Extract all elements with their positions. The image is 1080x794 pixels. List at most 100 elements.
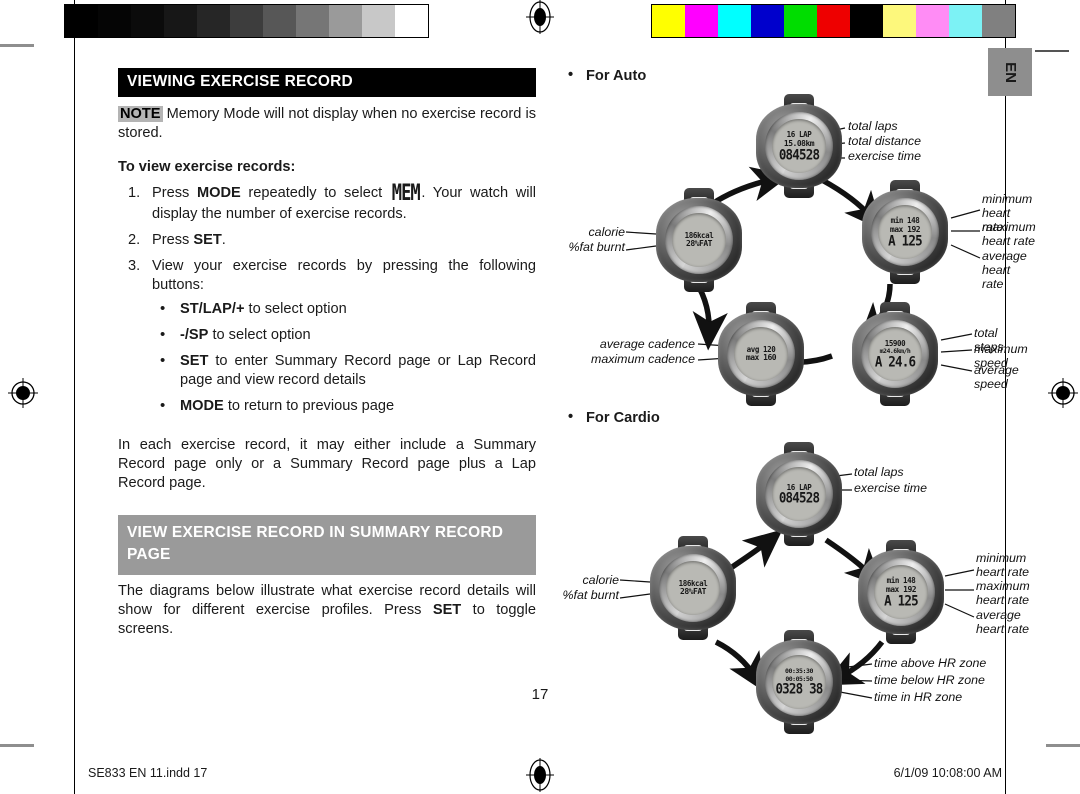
callout-average-speed: average speed xyxy=(974,363,1019,391)
callout-exercise-time: exercise time xyxy=(848,149,921,163)
color-swatch-5 xyxy=(817,5,850,37)
watch-auto-cadence: avg 120 max 160 xyxy=(718,302,804,406)
bullet-dot-icon: • xyxy=(568,67,574,83)
watch-cardio-hr-zone: 00:35:30 00:05:50 0328 38 xyxy=(756,630,842,734)
diagram-title-for-cardio: • For Cardio xyxy=(560,409,1030,426)
step-keyword-mode: MODE xyxy=(196,185,241,202)
registration-mark-top xyxy=(526,0,554,34)
lcd-line-1: min 148 xyxy=(886,576,916,585)
step-text-post: . xyxy=(221,232,226,249)
watch-case: min 148 max 192 A 125 xyxy=(858,550,944,634)
steps-list: 1. Press MODE repeatedly to select MEM. Y… xyxy=(118,180,536,416)
callout-total-laps: total laps xyxy=(848,119,898,133)
color-swatch-3 xyxy=(751,5,784,37)
bullet-keyword: SET xyxy=(180,353,209,370)
grayscale-swatch-7 xyxy=(296,5,329,37)
grayscale-swatch-8 xyxy=(329,5,362,37)
bullet-keyword: ST/LAP/+ xyxy=(180,301,245,318)
grayscale-swatch-1 xyxy=(98,5,131,37)
step-item-1: 1. Press MODE repeatedly to select MEM. Y… xyxy=(118,180,536,224)
section-heading-summary-record-page: VIEW EXERCISE RECORD IN SUMMARY RECORD P… xyxy=(118,514,536,575)
step-text-pre: Press xyxy=(152,185,197,202)
callout-total-distance: total distance xyxy=(848,134,922,148)
bullet-text: to enter Summary Record page or Lap Reco… xyxy=(180,353,536,388)
print-footer: SE833 EN 11.indd 17 6/1/09 10:08:00 AM xyxy=(0,756,1080,794)
color-swatch-10 xyxy=(982,5,1015,37)
watch-lcd-screen: 186kcal 28%FAT xyxy=(666,561,720,615)
note-paragraph: NOTE Memory Mode will not display when n… xyxy=(118,105,536,143)
step-number: 3. xyxy=(128,258,141,275)
footer-filename: SE833 EN 11.indd 17 xyxy=(88,766,208,780)
color-swatch-1 xyxy=(685,5,718,37)
callout-fat-burnt: %fat burnt xyxy=(562,588,619,602)
lcd-line-3: 084528 xyxy=(778,145,820,163)
lcd-line-1: avg 120 xyxy=(746,344,776,354)
bullet-dot-icon: • xyxy=(160,396,166,414)
bullet-text: to return to previous page xyxy=(223,397,395,414)
color-swatch-7 xyxy=(883,5,916,37)
color-swatch-8 xyxy=(916,5,949,37)
step-keyword-set: SET xyxy=(193,232,222,249)
grayscale-swatch-10 xyxy=(395,5,428,37)
diagram-title-text: For Auto xyxy=(586,68,647,84)
footer-timestamp: 6/1/09 10:08:00 AM xyxy=(893,766,1002,780)
left-column: VIEWING EXERCISE RECORD NOTE Memory Mode… xyxy=(118,68,536,645)
manual-page: VIEWING EXERCISE RECORD NOTE Memory Mode… xyxy=(0,46,1080,746)
grayscale-swatch-0 xyxy=(65,5,98,37)
record-structure-paragraph: In each exercise record, it may either i… xyxy=(118,436,536,491)
watch-bezel: 16 LAP 15.08km 084528 xyxy=(765,112,833,180)
diagram-title-for-auto: • For Auto xyxy=(560,67,1030,84)
watch-lcd-screen: avg 120 max 160 xyxy=(734,327,788,381)
diagram-for-cardio: 16 LAP 084528 total laps exercise time m… xyxy=(560,430,1030,734)
watch-bezel: 15900 m24.6km/h A 24.6 xyxy=(861,320,929,388)
button-bullets-list: • ST/LAP/+ to select option • -/SP to sele… xyxy=(152,300,536,416)
lcd-line-1: 15900 xyxy=(884,338,906,348)
bullet-text: to select option xyxy=(208,327,311,344)
lcd-line-2: 28%FAT xyxy=(680,587,706,597)
color-swatch-2 xyxy=(718,5,751,37)
diagram-intro-keyword-set: SET xyxy=(432,601,462,618)
lcd-line-2: 28%FAT xyxy=(686,239,712,249)
grayscale-calibration-bar xyxy=(64,4,429,38)
step-number: 1. xyxy=(128,185,141,202)
watch-lcd-screen: 15900 m24.6km/h A 24.6 xyxy=(868,327,922,381)
watch-bezel: 186kcal 28%FAT xyxy=(659,554,727,622)
bullet-item-sp: • -/SP to select option xyxy=(152,326,536,345)
watch-bezel: 00:35:30 00:05:50 0328 38 xyxy=(765,648,833,716)
lcd-line-2: max 160 xyxy=(745,353,777,363)
lcd-line-1: 186kcal xyxy=(678,578,708,588)
watch-auto-calorie: 186kcal 28%FAT xyxy=(656,188,742,292)
watch-lcd-screen: 16 LAP 084528 xyxy=(772,467,826,521)
watch-bezel: 186kcal 28%FAT xyxy=(665,206,733,274)
grayscale-swatch-5 xyxy=(230,5,263,37)
watch-cardio-calorie: 186kcal 28%FAT xyxy=(650,536,736,640)
bullet-dot-icon: • xyxy=(160,300,166,318)
lcd-line-1: 16 LAP xyxy=(786,130,812,139)
watch-bezel: 16 LAP 084528 xyxy=(765,460,833,528)
watch-case: 16 LAP 15.08km 084528 xyxy=(756,104,842,188)
mem-icon: MEM xyxy=(391,180,421,207)
lcd-line-1: 186kcal xyxy=(684,230,714,240)
watch-cardio-heart-rate: min 148 max 192 A 125 xyxy=(858,540,944,644)
callout-fat-burnt: %fat burnt xyxy=(568,240,625,254)
watch-auto-steps-speed: 15900 m24.6km/h A 24.6 xyxy=(852,302,938,406)
watch-bezel: min 148 max 192 A 125 xyxy=(871,198,939,266)
watch-case: min 148 max 192 A 125 xyxy=(862,190,948,274)
callout-exercise-time: exercise time xyxy=(854,481,927,495)
callout-average-cadence: average cadence xyxy=(599,337,695,351)
callout-maximum-heart-rate: maximum heart rate xyxy=(976,579,1030,607)
note-badge: NOTE xyxy=(118,106,163,123)
watch-lcd-screen: 186kcal 28%FAT xyxy=(672,213,726,267)
watch-bezel: min 148 max 192 A 125 xyxy=(867,558,935,626)
bullet-keyword: -/SP xyxy=(180,327,209,344)
watch-case: 00:35:30 00:05:50 0328 38 xyxy=(756,640,842,724)
callout-calorie: calorie xyxy=(582,573,619,587)
watch-case: 186kcal 28%FAT xyxy=(656,198,742,282)
callout-maximum-cadence: maximum cadence xyxy=(591,352,695,366)
note-text: Memory Mode will not display when no exe… xyxy=(118,106,536,142)
right-column: • For Auto 16 LAP 15.08km 084528 total l… xyxy=(560,67,1036,734)
diagram-for-auto: 16 LAP 15.08km 084528 total laps total d… xyxy=(560,88,1036,408)
callout-maximum-heart-rate: maximum heart rate xyxy=(982,220,1036,248)
callout-average-heart-rate: average heart rate xyxy=(982,249,1027,291)
lcd-line-3: 084528 xyxy=(778,488,820,507)
